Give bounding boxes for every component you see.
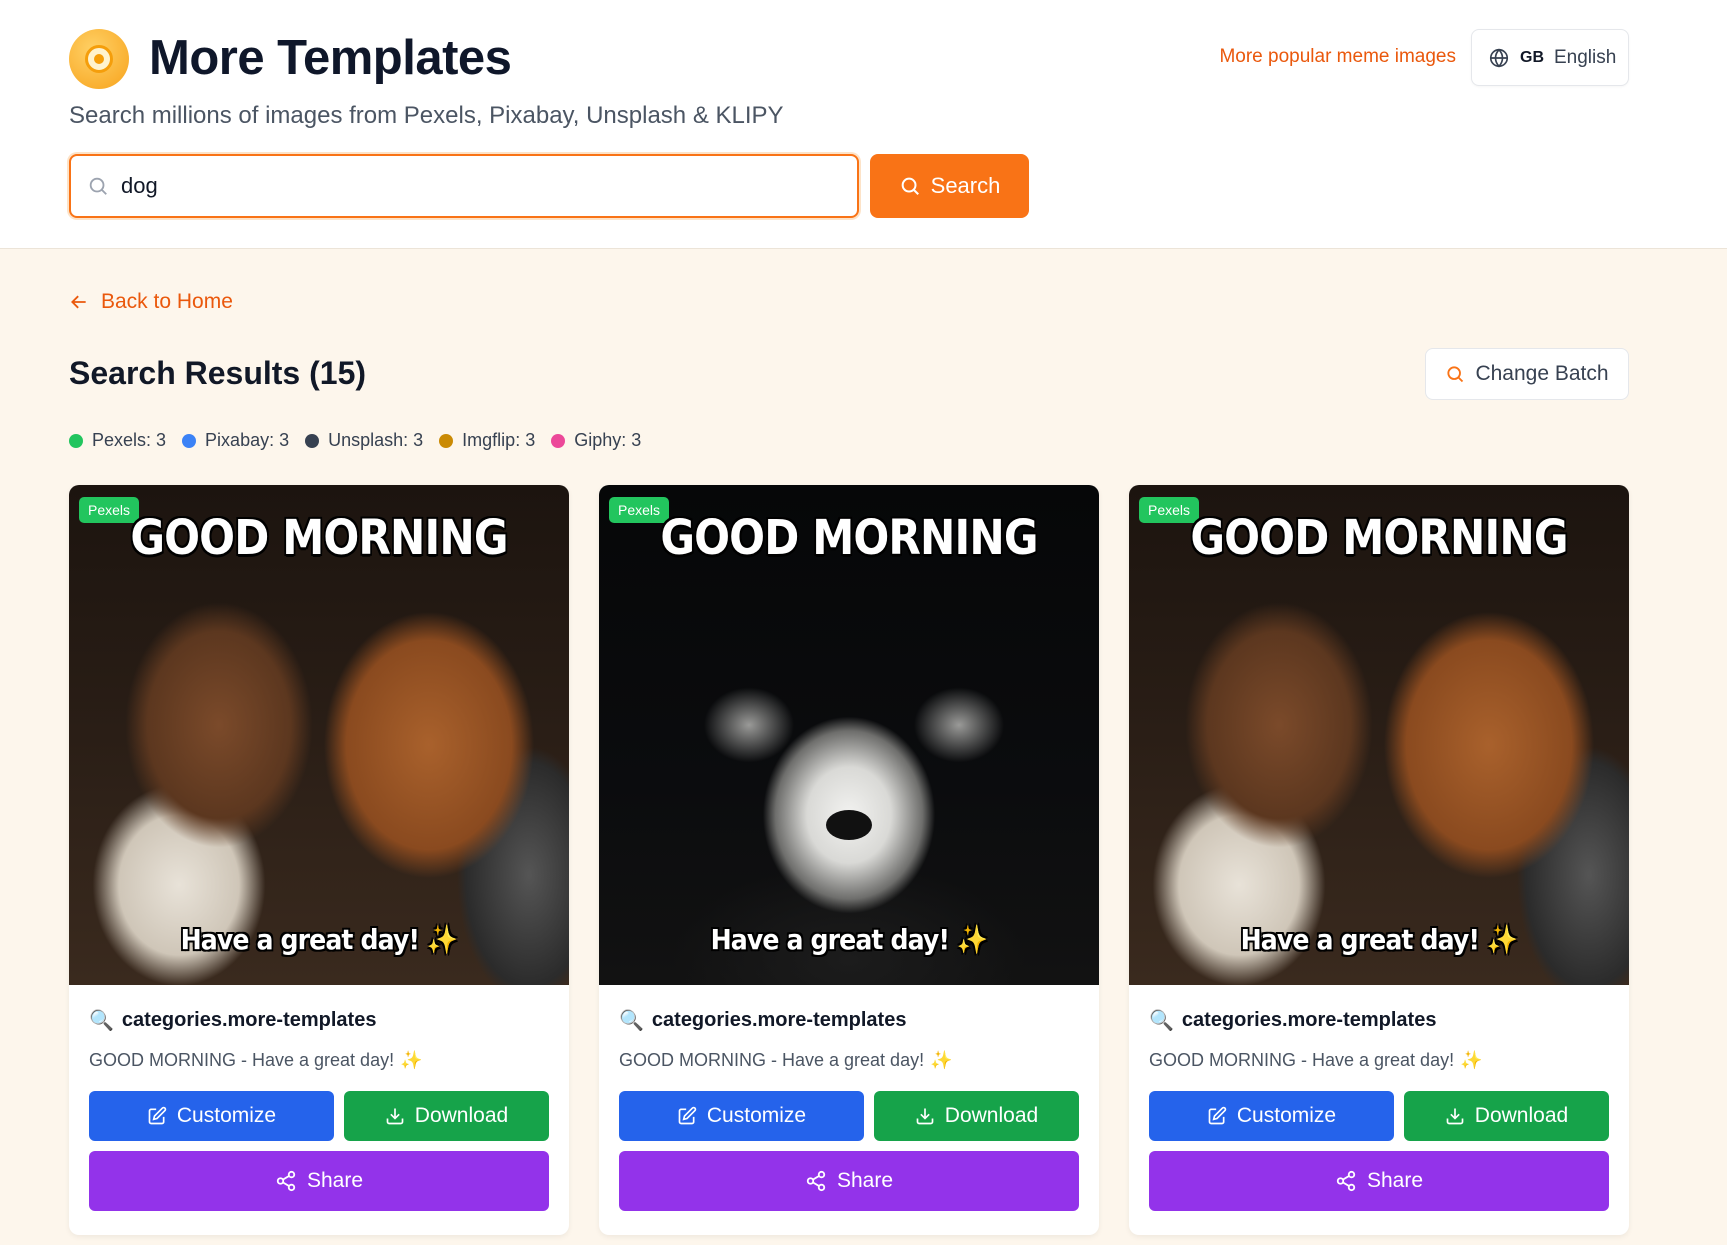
- magnifier-icon: 🔍: [619, 1009, 644, 1032]
- meme-image[interactable]: Pexels GOOD MORNING Have a great day! ✨: [1129, 485, 1629, 985]
- dot-icon: [182, 433, 197, 448]
- meme-top-text: GOOD MORNING: [660, 510, 1038, 566]
- share-button[interactable]: Share: [89, 1151, 549, 1211]
- magnifier-icon: 🔍: [89, 1009, 114, 1032]
- results-grid: Pexels GOOD MORNING Have a great day! ✨ …: [69, 485, 1629, 1235]
- download-button[interactable]: Download: [874, 1091, 1079, 1141]
- sparkles-icon: ✨: [1486, 923, 1518, 956]
- meme-bottom-caption: Have a great day! ✨: [94, 923, 544, 956]
- meme-bottom-caption: Have a great day! ✨: [1154, 923, 1604, 956]
- dot-icon: [551, 433, 566, 448]
- change-batch-button[interactable]: Change Batch: [1425, 348, 1629, 400]
- meme-bottom-text: Have a great day!: [1240, 923, 1480, 956]
- share-button[interactable]: Share: [619, 1151, 1079, 1211]
- dot-icon: [305, 433, 320, 448]
- customize-button[interactable]: Customize: [89, 1091, 334, 1141]
- search-field[interactable]: [69, 154, 859, 218]
- meme-bottom-caption: Have a great day! ✨: [624, 923, 1074, 956]
- search-icon: [1447, 366, 1464, 383]
- meme-bottom-text: Have a great day!: [180, 923, 420, 956]
- sparkles-icon: ✨: [1460, 1049, 1483, 1070]
- change-batch-label: Change Batch: [1475, 362, 1609, 385]
- language-label: English: [1554, 46, 1617, 68]
- download-icon: [1446, 1108, 1464, 1125]
- arrow-left-icon: [71, 295, 86, 309]
- card-title: 🔍 categories.more-templates: [89, 1008, 377, 1032]
- top-header: More Templates Search millions of images…: [0, 0, 1727, 249]
- sparkles-icon: ✨: [930, 1049, 953, 1070]
- meme-top-text: GOOD MORNING: [1190, 510, 1568, 566]
- dot-icon: [439, 433, 454, 448]
- card-description: GOOD MORNING - Have a great day! ✨: [1149, 1049, 1483, 1070]
- search-icon: [901, 177, 919, 195]
- source-imgflip: Imgflip: 3: [439, 430, 535, 451]
- download-icon: [386, 1108, 404, 1125]
- meme-image[interactable]: Pexels GOOD MORNING Have a great day! ✨: [599, 485, 1099, 985]
- customize-button[interactable]: Customize: [1149, 1091, 1394, 1141]
- logo-icon[interactable]: [69, 29, 129, 89]
- page-title: More Templates: [149, 31, 512, 85]
- card-title: 🔍 categories.more-templates: [619, 1008, 907, 1032]
- sparkles-icon: ✨: [956, 923, 988, 956]
- share-icon: [276, 1170, 296, 1192]
- sparkles-icon: ✨: [426, 923, 458, 956]
- card-description: GOOD MORNING - Have a great day! ✨: [89, 1049, 423, 1070]
- source-legend: Pexels: 3 Pixabay: 3 Unsplash: 3 Imgflip…: [69, 430, 641, 451]
- template-card: Pexels GOOD MORNING Have a great day! ✨ …: [599, 485, 1099, 1235]
- meme-bottom-text: Have a great day!: [710, 923, 950, 956]
- back-to-home-link[interactable]: Back to Home: [69, 290, 233, 314]
- search-button[interactable]: Search: [870, 154, 1029, 218]
- edit-icon: [148, 1106, 167, 1125]
- page-subtitle: Search millions of images from Pexels, P…: [69, 102, 784, 129]
- download-icon: [916, 1108, 934, 1125]
- language-selector[interactable]: GB English: [1471, 29, 1629, 86]
- language-code: GB: [1520, 48, 1544, 66]
- meme-image[interactable]: Pexels GOOD MORNING Have a great day! ✨: [69, 485, 569, 985]
- share-button[interactable]: Share: [1149, 1151, 1609, 1211]
- globe-icon: [1489, 48, 1509, 67]
- source-giphy: Giphy: 3: [551, 430, 641, 451]
- popular-memes-link[interactable]: More popular meme images: [1219, 46, 1456, 68]
- results-heading: Search Results (15): [69, 355, 367, 391]
- customize-button[interactable]: Customize: [619, 1091, 864, 1141]
- card-description: GOOD MORNING - Have a great day! ✨: [619, 1049, 953, 1070]
- share-icon: [1336, 1170, 1356, 1192]
- edit-icon: [678, 1106, 697, 1125]
- card-title: 🔍 categories.more-templates: [1149, 1008, 1437, 1032]
- meme-top-text: GOOD MORNING: [130, 510, 508, 566]
- template-card: Pexels GOOD MORNING Have a great day! ✨ …: [69, 485, 569, 1235]
- dot-icon: [69, 433, 83, 448]
- search-icon: [89, 177, 107, 195]
- search-input[interactable]: [121, 173, 821, 199]
- search-button-label: Search: [930, 173, 1001, 198]
- source-unsplash: Unsplash: 3: [305, 430, 423, 451]
- source-pixabay: Pixabay: 3: [182, 430, 289, 451]
- download-button[interactable]: Download: [1404, 1091, 1609, 1141]
- share-icon: [806, 1170, 826, 1192]
- source-pexels: Pexels: 3: [69, 430, 166, 451]
- template-card: Pexels GOOD MORNING Have a great day! ✨ …: [1129, 485, 1629, 1235]
- magnifier-icon: 🔍: [1149, 1009, 1174, 1032]
- download-button[interactable]: Download: [344, 1091, 549, 1141]
- sparkles-icon: ✨: [400, 1049, 423, 1070]
- edit-icon: [1208, 1106, 1227, 1125]
- back-link-label: Back to Home: [101, 290, 233, 313]
